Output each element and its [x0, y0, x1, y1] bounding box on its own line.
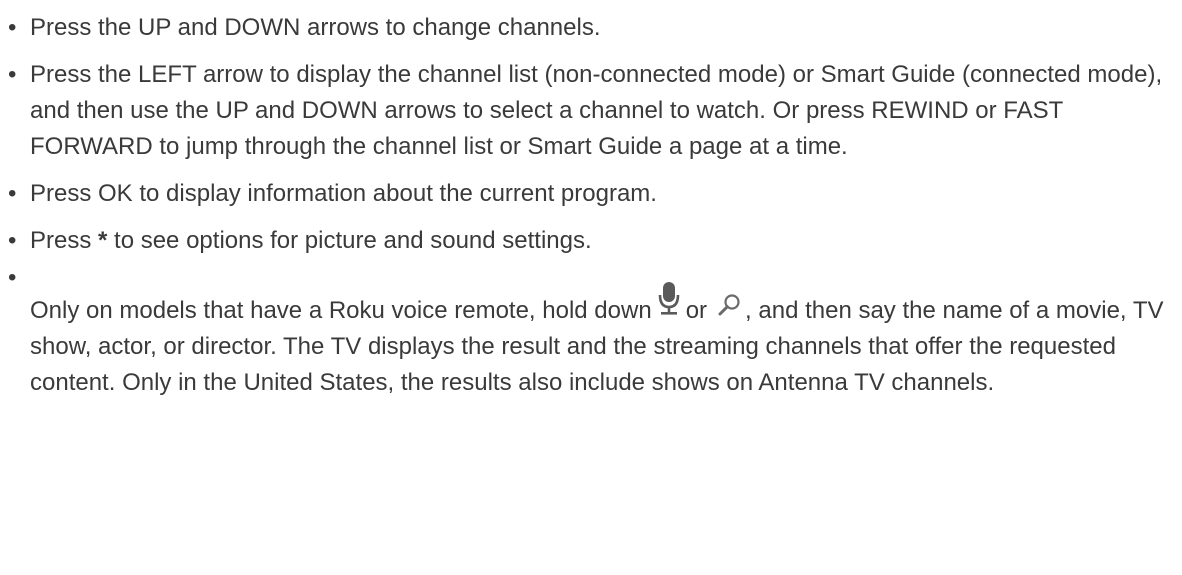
bullet: • — [8, 61, 17, 88]
magnifier-search-icon — [718, 294, 740, 316]
item-text-before-icons: Only on models that have a Roku voice re… — [30, 297, 652, 324]
list-item-voice-search: • Only on models that have a Roku voice … — [8, 264, 1180, 401]
item-text-after: to see options for picture and sound set… — [107, 227, 592, 254]
item-text-between-icons: or — [685, 297, 708, 324]
list-item-program-info: • Press OK to display information about … — [8, 176, 1180, 212]
list-item-change-channels: • Press the UP and DOWN arrows to change… — [8, 10, 1180, 46]
list-item-options: • Press * to see options for picture and… — [8, 223, 1180, 259]
microphone-icon — [658, 282, 679, 315]
bullet: • — [8, 14, 17, 41]
bullet: • — [8, 227, 17, 254]
item-text: Press the LEFT arrow to display the chan… — [30, 61, 1163, 160]
item-text: Press OK to display information about th… — [30, 180, 657, 207]
instruction-list: • Press the UP and DOWN arrows to change… — [8, 10, 1180, 412]
item-text: Press the UP and DOWN arrows to change c… — [30, 14, 601, 41]
list-item-channel-list: • Press the LEFT arrow to display the ch… — [8, 57, 1180, 165]
item-text-before: Press — [30, 227, 99, 254]
bullet: • — [8, 264, 17, 291]
bullet: • — [8, 180, 17, 207]
star-key: * — [98, 227, 108, 254]
